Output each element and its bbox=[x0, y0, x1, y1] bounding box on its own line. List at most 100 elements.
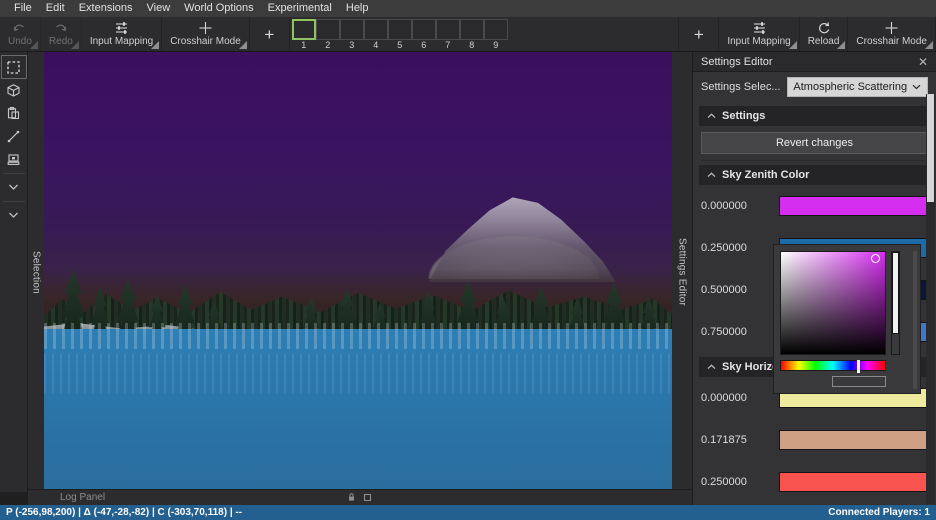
gradient-stop-row: 0.000000 bbox=[697, 185, 932, 227]
chevron-down-icon[interactable] bbox=[2, 176, 26, 198]
crosshair-mode-button-right[interactable]: Crosshair Mode bbox=[848, 17, 936, 51]
vertical-tab-settings-editor[interactable]: Settings Editor bbox=[672, 52, 692, 492]
hotbar-slot-7-number: 7 bbox=[445, 40, 451, 50]
settings-selector-dropdown[interactable]: Atmospheric Scattering bbox=[786, 77, 928, 97]
hotbar-slot-5-box[interactable] bbox=[387, 19, 412, 40]
chevron-down-icon bbox=[912, 84, 921, 90]
hue-slider[interactable] bbox=[780, 360, 886, 373]
redo-button[interactable]: Redo bbox=[41, 17, 82, 51]
settings-selector-value: Atmospheric Scattering bbox=[793, 81, 908, 93]
sliders-icon-right bbox=[752, 21, 767, 36]
alpha-slider-track[interactable] bbox=[891, 251, 900, 355]
sky-zenith-color-header[interactable]: Sky Zenith Color bbox=[699, 165, 930, 185]
hotbar-slot-2[interactable]: 2 bbox=[315, 19, 340, 50]
tool-rail bbox=[0, 52, 28, 492]
maximize-icon[interactable] bbox=[363, 493, 372, 502]
revert-changes-button[interactable]: Revert changes bbox=[701, 132, 928, 154]
hotbar-slot-8-number: 8 bbox=[469, 40, 475, 50]
hotbar-slot-9[interactable]: 9 bbox=[483, 19, 508, 50]
hotbar-slot-3-box[interactable] bbox=[339, 19, 364, 40]
menu-item-help[interactable]: Help bbox=[339, 0, 376, 17]
hotbar-slot-6[interactable]: 6 bbox=[411, 19, 436, 50]
settings-selector-row: Settings Selec... Atmospheric Scattering bbox=[697, 72, 932, 102]
hotbar-slot-7[interactable]: 7 bbox=[435, 19, 460, 50]
color-swatch[interactable] bbox=[779, 430, 928, 450]
input-mapping-label-right: Input Mapping bbox=[727, 35, 791, 47]
settings-editor-title: Settings Editor bbox=[701, 55, 773, 68]
color-hex-input[interactable] bbox=[832, 376, 886, 387]
color-picker-popup[interactable] bbox=[773, 244, 921, 394]
close-icon[interactable]: ✕ bbox=[918, 56, 928, 68]
log-panel-icons bbox=[347, 493, 372, 502]
undo-button[interactable]: Undo bbox=[0, 17, 41, 51]
hotbar-slot-8[interactable]: 8 bbox=[459, 19, 484, 50]
settings-group-header[interactable]: Settings bbox=[699, 106, 930, 126]
caret-up-icon-horizon bbox=[707, 364, 716, 370]
gradient-stop-row: 0.250000 bbox=[697, 461, 932, 503]
menu-item-view[interactable]: View bbox=[140, 0, 178, 17]
crosshair-mode-button-left[interactable]: Crosshair Mode bbox=[162, 17, 250, 51]
settings-selector-label: Settings Selec... bbox=[701, 81, 781, 93]
hotbar-slot-7-box[interactable] bbox=[435, 19, 460, 40]
gradient-stop-position: 0.250000 bbox=[701, 476, 747, 488]
gradient-stop-position: 0.250000 bbox=[701, 242, 747, 254]
line-tool-icon[interactable] bbox=[2, 125, 26, 147]
menu-item-world-options[interactable]: World Options bbox=[177, 0, 261, 17]
reload-button[interactable]: Reload bbox=[800, 17, 849, 51]
chevron-down-icon-2[interactable] bbox=[2, 204, 26, 226]
stamp-icon[interactable] bbox=[2, 148, 26, 170]
sky-zenith-color-label: Sky Zenith Color bbox=[722, 169, 810, 181]
vertical-tab-settings-editor-label: Settings Editor bbox=[676, 237, 688, 307]
gradient-stop-position: 0.500000 bbox=[701, 284, 747, 296]
redo-label: Redo bbox=[48, 35, 73, 47]
log-panel-label[interactable]: Log Panel bbox=[60, 492, 105, 503]
cube-icon[interactable] bbox=[2, 79, 26, 101]
hue-slider-cursor[interactable] bbox=[857, 360, 860, 373]
vertical-tab-selection[interactable]: Selection bbox=[28, 52, 44, 492]
settings-editor-body: Settings Selec... Atmospheric Scattering… bbox=[693, 72, 936, 505]
hotbar-slot-6-box[interactable] bbox=[411, 19, 436, 40]
status-coordinates: P (-256,98,200) | Δ (-47,-28,-82) | C (-… bbox=[6, 507, 243, 518]
reload-label: Reload bbox=[807, 35, 840, 47]
hotbar-slot-2-box[interactable] bbox=[315, 19, 340, 40]
rail-divider-2 bbox=[2, 201, 25, 202]
sv-cursor-handle[interactable] bbox=[871, 254, 880, 263]
toolbar-spacer bbox=[508, 17, 680, 51]
input-mapping-button-left[interactable]: Input Mapping bbox=[82, 17, 163, 51]
hotbar-slot-1-number: 1 bbox=[301, 40, 307, 50]
menu-item-extensions[interactable]: Extensions bbox=[72, 0, 140, 17]
hotbar-slot-1-box[interactable] bbox=[291, 19, 316, 40]
panel-scrollbar[interactable] bbox=[926, 94, 935, 504]
selection-marquee-icon[interactable] bbox=[0, 55, 27, 79]
color-picker-main bbox=[780, 251, 914, 355]
gradient-stop-row: 0.171875 bbox=[697, 419, 932, 461]
color-picker-scroll[interactable] bbox=[913, 251, 917, 389]
crosshair-icon-right bbox=[884, 21, 899, 36]
undo-arrow-icon bbox=[12, 21, 27, 36]
add-button-right[interactable]: + bbox=[679, 17, 720, 51]
panel-scrollbar-thumb[interactable] bbox=[927, 94, 934, 202]
hotbar-slot-1[interactable]: 1 bbox=[291, 19, 316, 50]
menu-item-experimental[interactable]: Experimental bbox=[261, 0, 339, 17]
hotbar-slot-8-box[interactable] bbox=[459, 19, 484, 40]
hotbar-slot-9-number: 9 bbox=[493, 40, 499, 50]
paste-clipboard-icon[interactable] bbox=[2, 102, 26, 124]
saturation-value-square[interactable] bbox=[780, 251, 886, 355]
input-mapping-button-right[interactable]: Input Mapping bbox=[719, 17, 800, 51]
hotbar-slot-9-box[interactable] bbox=[483, 19, 508, 40]
hotbar-slot-4-box[interactable] bbox=[363, 19, 388, 40]
alpha-slider-thumb[interactable] bbox=[892, 252, 899, 334]
gradient-stop-position: 0.000000 bbox=[701, 200, 747, 212]
color-swatch[interactable] bbox=[779, 472, 928, 492]
hotbar-slot-4[interactable]: 4 bbox=[363, 19, 388, 50]
menu-bar: File Edit Extensions View World Options … bbox=[0, 0, 936, 17]
color-swatch[interactable] bbox=[779, 196, 928, 216]
hotbar-slot-5[interactable]: 5 bbox=[387, 19, 412, 50]
menu-item-file[interactable]: File bbox=[7, 0, 39, 17]
menu-item-edit[interactable]: Edit bbox=[39, 0, 72, 17]
hotbar-slot-3[interactable]: 3 bbox=[339, 19, 364, 50]
3d-viewport[interactable] bbox=[44, 52, 672, 489]
redo-arrow-icon bbox=[53, 21, 68, 36]
pin-icon[interactable] bbox=[347, 493, 356, 502]
add-button-left[interactable]: + bbox=[250, 17, 290, 51]
